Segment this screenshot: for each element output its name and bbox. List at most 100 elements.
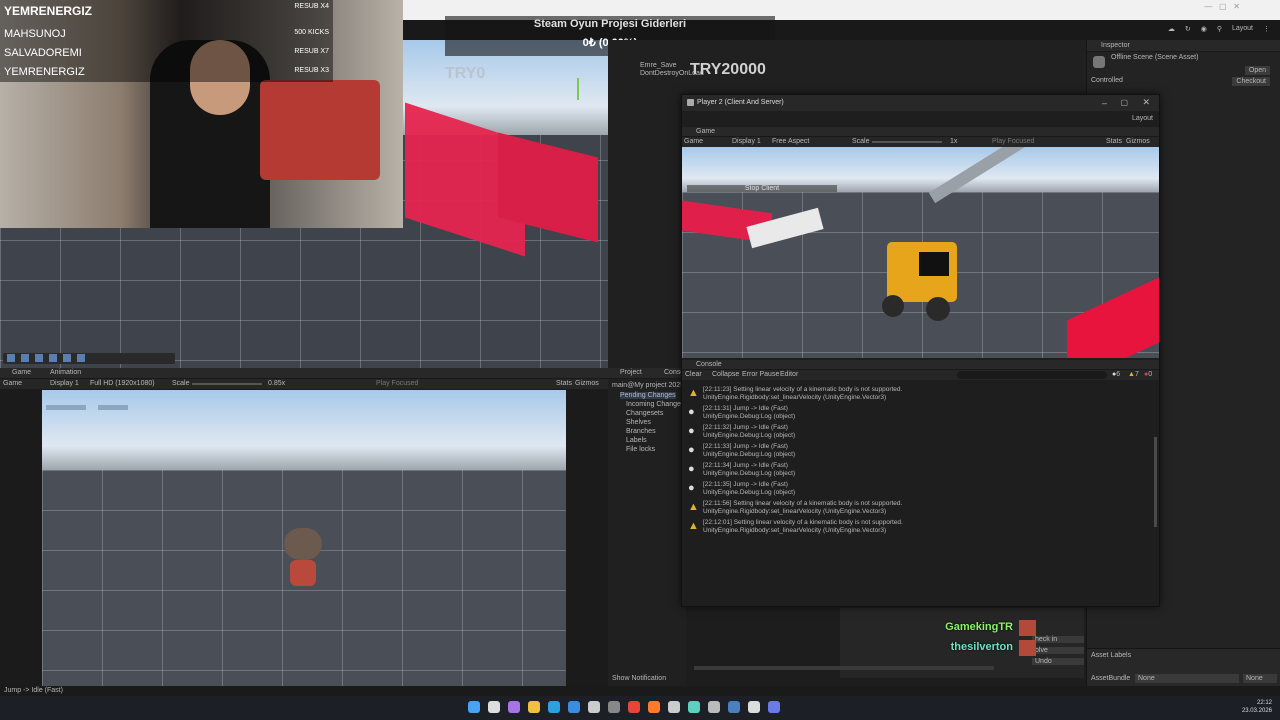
tool-icon[interactable] <box>35 354 43 362</box>
show-notification-button[interactable]: Show Notification <box>612 675 666 682</box>
tool-icon[interactable] <box>63 354 71 362</box>
layout-dropdown[interactable]: Layout <box>1232 25 1253 33</box>
windows-start-icon[interactable] <box>468 701 480 713</box>
player-game-viewport[interactable]: Stop Client <box>682 147 1159 358</box>
hierarchy-item[interactable]: Emre_Save <box>640 62 677 69</box>
bottom-game-viewport[interactable] <box>42 390 566 686</box>
truck-wheel <box>882 295 904 317</box>
more-icon[interactable]: ⋮ <box>1263 25 1270 33</box>
mini-button[interactable] <box>98 405 128 410</box>
error-pause-button[interactable]: Error Pause <box>742 371 779 378</box>
game-dropdown[interactable]: Game <box>3 380 22 387</box>
discord-icon[interactable] <box>768 701 780 713</box>
tool-icon[interactable] <box>49 354 57 362</box>
resolution-dropdown[interactable]: Full HD (1920x1080) <box>90 380 155 387</box>
firefox-icon[interactable] <box>648 701 660 713</box>
project-item[interactable]: Changesets <box>626 410 663 417</box>
mini-button[interactable] <box>46 405 86 410</box>
log-stacktrace: UnityEngine.Debug:Log (object) <box>703 470 796 477</box>
scene-tools[interactable] <box>3 353 175 364</box>
history-icon[interactable]: ↻ <box>1185 25 1191 33</box>
settings-icon[interactable] <box>708 701 720 713</box>
window-controls[interactable]: — ▢ ✕ <box>1204 2 1240 11</box>
console-search-input[interactable] <box>957 371 1107 379</box>
side-button[interactable]: heck in <box>1032 636 1084 643</box>
store-icon[interactable] <box>608 701 620 713</box>
tool-icon[interactable] <box>21 354 29 362</box>
steam-icon[interactable] <box>728 701 740 713</box>
side-button[interactable]: olve <box>1032 647 1084 654</box>
console-log-row[interactable]: ● [22:11:32] Jump -> Idle (Fast) UnityEngi… <box>682 423 1152 442</box>
console-log-row[interactable]: ● [22:11:33] Jump -> Idle (Fast) UnityEngi… <box>682 442 1152 461</box>
clear-button[interactable]: Clear <box>685 371 702 378</box>
asset-variant-dropdown[interactable]: None <box>1243 674 1277 683</box>
scale-slider[interactable] <box>872 141 942 143</box>
gizmos-button[interactable]: Gizmos <box>1126 138 1150 145</box>
maximize-button[interactable]: ▢ <box>1120 98 1128 107</box>
side-button[interactable]: Undo <box>1032 658 1084 665</box>
file-explorer-icon[interactable] <box>528 701 540 713</box>
project-item[interactable]: File locks <box>626 446 655 453</box>
project-item[interactable]: Branches <box>626 428 656 435</box>
player-layout-dropdown[interactable]: Layout <box>1132 115 1153 122</box>
console-scrollbar[interactable] <box>1154 437 1157 527</box>
tool-icon[interactable] <box>77 354 85 362</box>
project-item[interactable]: Shelves <box>626 419 651 426</box>
stats-button[interactable]: Stats <box>1106 138 1122 145</box>
toolbar-right[interactable]: ☁ ↻ ◉ ⚲ Layout ⋮ <box>1168 25 1270 33</box>
mail-icon[interactable] <box>568 701 580 713</box>
info-icon: ● <box>688 406 695 418</box>
console-log-row[interactable]: ● [22:11:31] Jump -> Idle (Fast) UnityEngi… <box>682 404 1152 423</box>
game-dropdown[interactable]: Game <box>684 138 703 145</box>
play-focused-dropdown[interactable]: Play Focused <box>992 138 1034 145</box>
log-message: [22:11:34] Jump -> Idle (Fast) <box>703 462 788 469</box>
console-log-row[interactable]: ▲ [22:11:56] Setting linear velocity of a… <box>682 499 1152 518</box>
console-tab[interactable]: Console <box>696 361 722 368</box>
stats-button[interactable]: Stats <box>556 380 572 387</box>
account-icon[interactable]: ◉ <box>1201 25 1207 33</box>
task-view-icon[interactable] <box>488 701 500 713</box>
project-item[interactable]: Incoming Changes <box>626 401 684 408</box>
minimize-button[interactable]: – <box>1102 98 1107 108</box>
console-log-row[interactable]: ▲ [22:12:01] Setting linear velocity of a… <box>682 518 1152 537</box>
tab-game[interactable]: Game <box>12 369 31 376</box>
console-log-row[interactable]: ● [22:11:35] Jump -> Idle (Fast) UnityEngi… <box>682 480 1152 499</box>
open-button[interactable]: Open <box>1244 66 1270 75</box>
checkout-button[interactable]: Checkout <box>1232 77 1270 86</box>
horizontal-scrollbar[interactable] <box>694 666 994 670</box>
display-dropdown[interactable]: Display 1 <box>50 380 79 387</box>
warn-count[interactable]: ▲7 <box>1128 371 1139 378</box>
play-focused-dropdown[interactable]: Play Focused <box>376 380 418 387</box>
tool-icon[interactable] <box>7 354 15 362</box>
error-count[interactable]: ●0 <box>1144 371 1152 378</box>
display-dropdown[interactable]: Display 1 <box>732 138 761 145</box>
console-log-row[interactable]: ● [22:11:34] Jump -> Idle (Fast) UnityEngi… <box>682 461 1152 480</box>
tab-animation[interactable]: Animation <box>50 369 81 376</box>
cloud-icon[interactable]: ☁ <box>1168 25 1175 33</box>
dashboard-icon[interactable] <box>688 701 700 713</box>
search-icon[interactable]: ⚲ <box>1217 25 1222 33</box>
chrome-icon[interactable] <box>628 701 640 713</box>
app-icon[interactable] <box>668 701 680 713</box>
aspect-dropdown[interactable]: Free Aspect <box>772 138 809 145</box>
tab-project[interactable]: Project <box>620 369 642 376</box>
copilot-icon[interactable] <box>508 701 520 713</box>
console-log-row[interactable]: ▲ [22:11:23] Setting linear velocity of a… <box>682 385 1152 404</box>
player-tab-game[interactable]: Game <box>696 128 715 135</box>
app-icon[interactable] <box>588 701 600 713</box>
editor-dropdown[interactable]: Editor <box>780 371 798 378</box>
close-button[interactable]: ✕ <box>1142 97 1150 108</box>
scene-gizmo[interactable] <box>568 78 588 106</box>
stop-client-button[interactable]: Stop Client <box>687 185 837 192</box>
unity-icon[interactable] <box>748 701 760 713</box>
edge-icon[interactable] <box>548 701 560 713</box>
inspector-tab[interactable]: Inspector <box>1101 42 1130 49</box>
clock[interactable]: 22:12 23.03.2026 <box>1242 699 1272 715</box>
project-item[interactable]: Labels <box>626 437 647 444</box>
project-item[interactable]: Pending Changes <box>620 392 676 399</box>
scale-slider[interactable] <box>192 383 262 385</box>
asset-bundle-dropdown[interactable]: None <box>1135 674 1239 683</box>
info-count[interactable]: ●6 <box>1112 371 1120 378</box>
gizmos-button[interactable]: Gizmos <box>575 380 599 387</box>
collapse-button[interactable]: Collapse <box>712 371 739 378</box>
